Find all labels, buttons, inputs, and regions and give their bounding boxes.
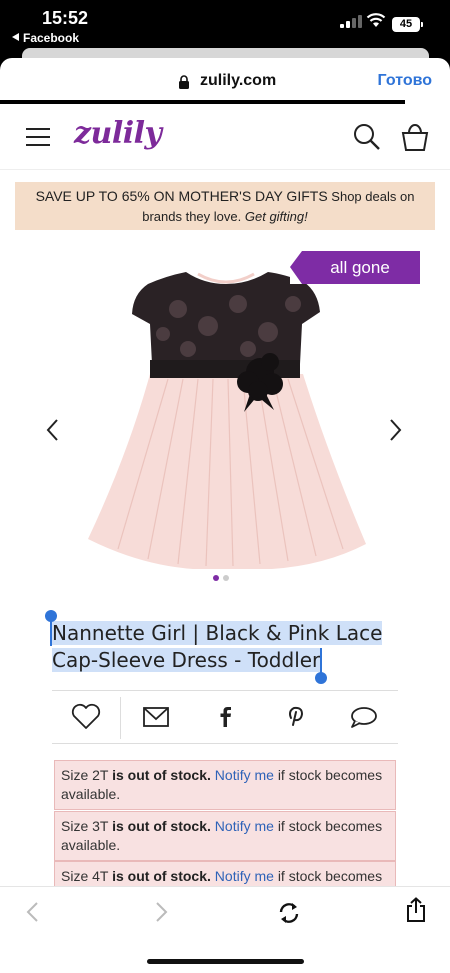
site-logo[interactable]: zulily: [74, 116, 162, 151]
pinterest-icon[interactable]: [274, 699, 314, 735]
share-icon[interactable]: [405, 897, 427, 923]
pagination-dot[interactable]: [213, 575, 219, 581]
mail-icon[interactable]: [136, 699, 176, 735]
notify-me-link[interactable]: Notify me: [215, 868, 274, 884]
size-label: Size 2T: [61, 767, 109, 783]
stock-notice: Size 3T is out of stock. Notify me if st…: [54, 811, 396, 861]
comment-icon[interactable]: [344, 699, 384, 735]
share-divider: [120, 697, 121, 739]
pagination-dot[interactable]: [223, 575, 229, 581]
shopping-bag-icon[interactable]: [400, 122, 430, 152]
done-button[interactable]: Готово: [378, 72, 432, 90]
facebook-icon[interactable]: [205, 699, 245, 735]
status-time: 15:52: [42, 8, 89, 28]
share-bar: [52, 690, 398, 744]
size-label: Size 3T: [61, 818, 109, 834]
web-page: zulily SAVE UP TO 65% ON MOTHER'S DAY GI…: [0, 106, 450, 886]
status-bar: 15:52 Facebook 45: [0, 0, 450, 62]
signal-icon: [340, 14, 362, 28]
back-to-app-link[interactable]: Facebook: [12, 31, 79, 45]
promo-banner[interactable]: SAVE UP TO 65% ON MOTHER'S DAY GIFTS Sho…: [15, 182, 435, 230]
product-image[interactable]: [88, 254, 368, 569]
sold-out-badge: all gone: [290, 251, 420, 284]
heart-icon[interactable]: [66, 699, 106, 735]
stock-status: is out of stock.: [112, 767, 211, 783]
notify-me-link[interactable]: Notify me: [215, 767, 274, 783]
stock-notice: Size 2T is out of stock. Notify me if st…: [54, 760, 396, 810]
url-text[interactable]: zulily.com: [200, 72, 276, 90]
forward-icon[interactable]: [152, 901, 170, 923]
selection-handle-end[interactable]: [315, 648, 327, 684]
size-label: Size 4T: [61, 868, 109, 884]
lock-icon: [179, 75, 189, 89]
battery-icon: 45: [392, 17, 423, 32]
back-app-label: Facebook: [23, 31, 80, 45]
search-icon[interactable]: [352, 122, 382, 152]
product-title: Nannette Girl | Black & Pink Lace Cap-Sle…: [52, 620, 398, 674]
title-line-1: Nannette Girl | Black & Pink Lace: [52, 621, 383, 645]
page-load-progress: [0, 100, 405, 104]
stock-notice: Size 4T is out of stock. Notify me if st…: [54, 861, 396, 886]
stock-status: is out of stock.: [112, 868, 211, 884]
site-header: zulily: [0, 106, 450, 170]
notice-suffix: if stock becomes: [277, 868, 383, 884]
notify-me-link[interactable]: Notify me: [215, 818, 274, 834]
back-triangle-icon: [12, 33, 19, 41]
back-icon[interactable]: [24, 901, 42, 923]
address-bar[interactable]: zulily.com Готово: [0, 58, 450, 106]
reload-icon[interactable]: [277, 901, 301, 925]
browser-toolbar: [0, 886, 450, 973]
chevron-left-icon[interactable]: [44, 418, 62, 442]
selection-handle-start[interactable]: [45, 610, 57, 646]
home-indicator[interactable]: [147, 959, 304, 964]
menu-icon[interactable]: [26, 128, 50, 146]
chevron-right-icon[interactable]: [386, 418, 404, 442]
product-gallery[interactable]: all gone: [0, 246, 450, 581]
wifi-icon: [366, 13, 386, 27]
gallery-pagination[interactable]: [213, 568, 233, 586]
stock-status: is out of stock.: [112, 818, 211, 834]
title-line-2: Cap-Sleeve Dress - Toddler: [52, 648, 321, 672]
promo-headline: SAVE UP TO 65% ON MOTHER'S DAY GIFTS: [35, 188, 328, 204]
promo-cta[interactable]: Get gifting!: [245, 209, 308, 224]
